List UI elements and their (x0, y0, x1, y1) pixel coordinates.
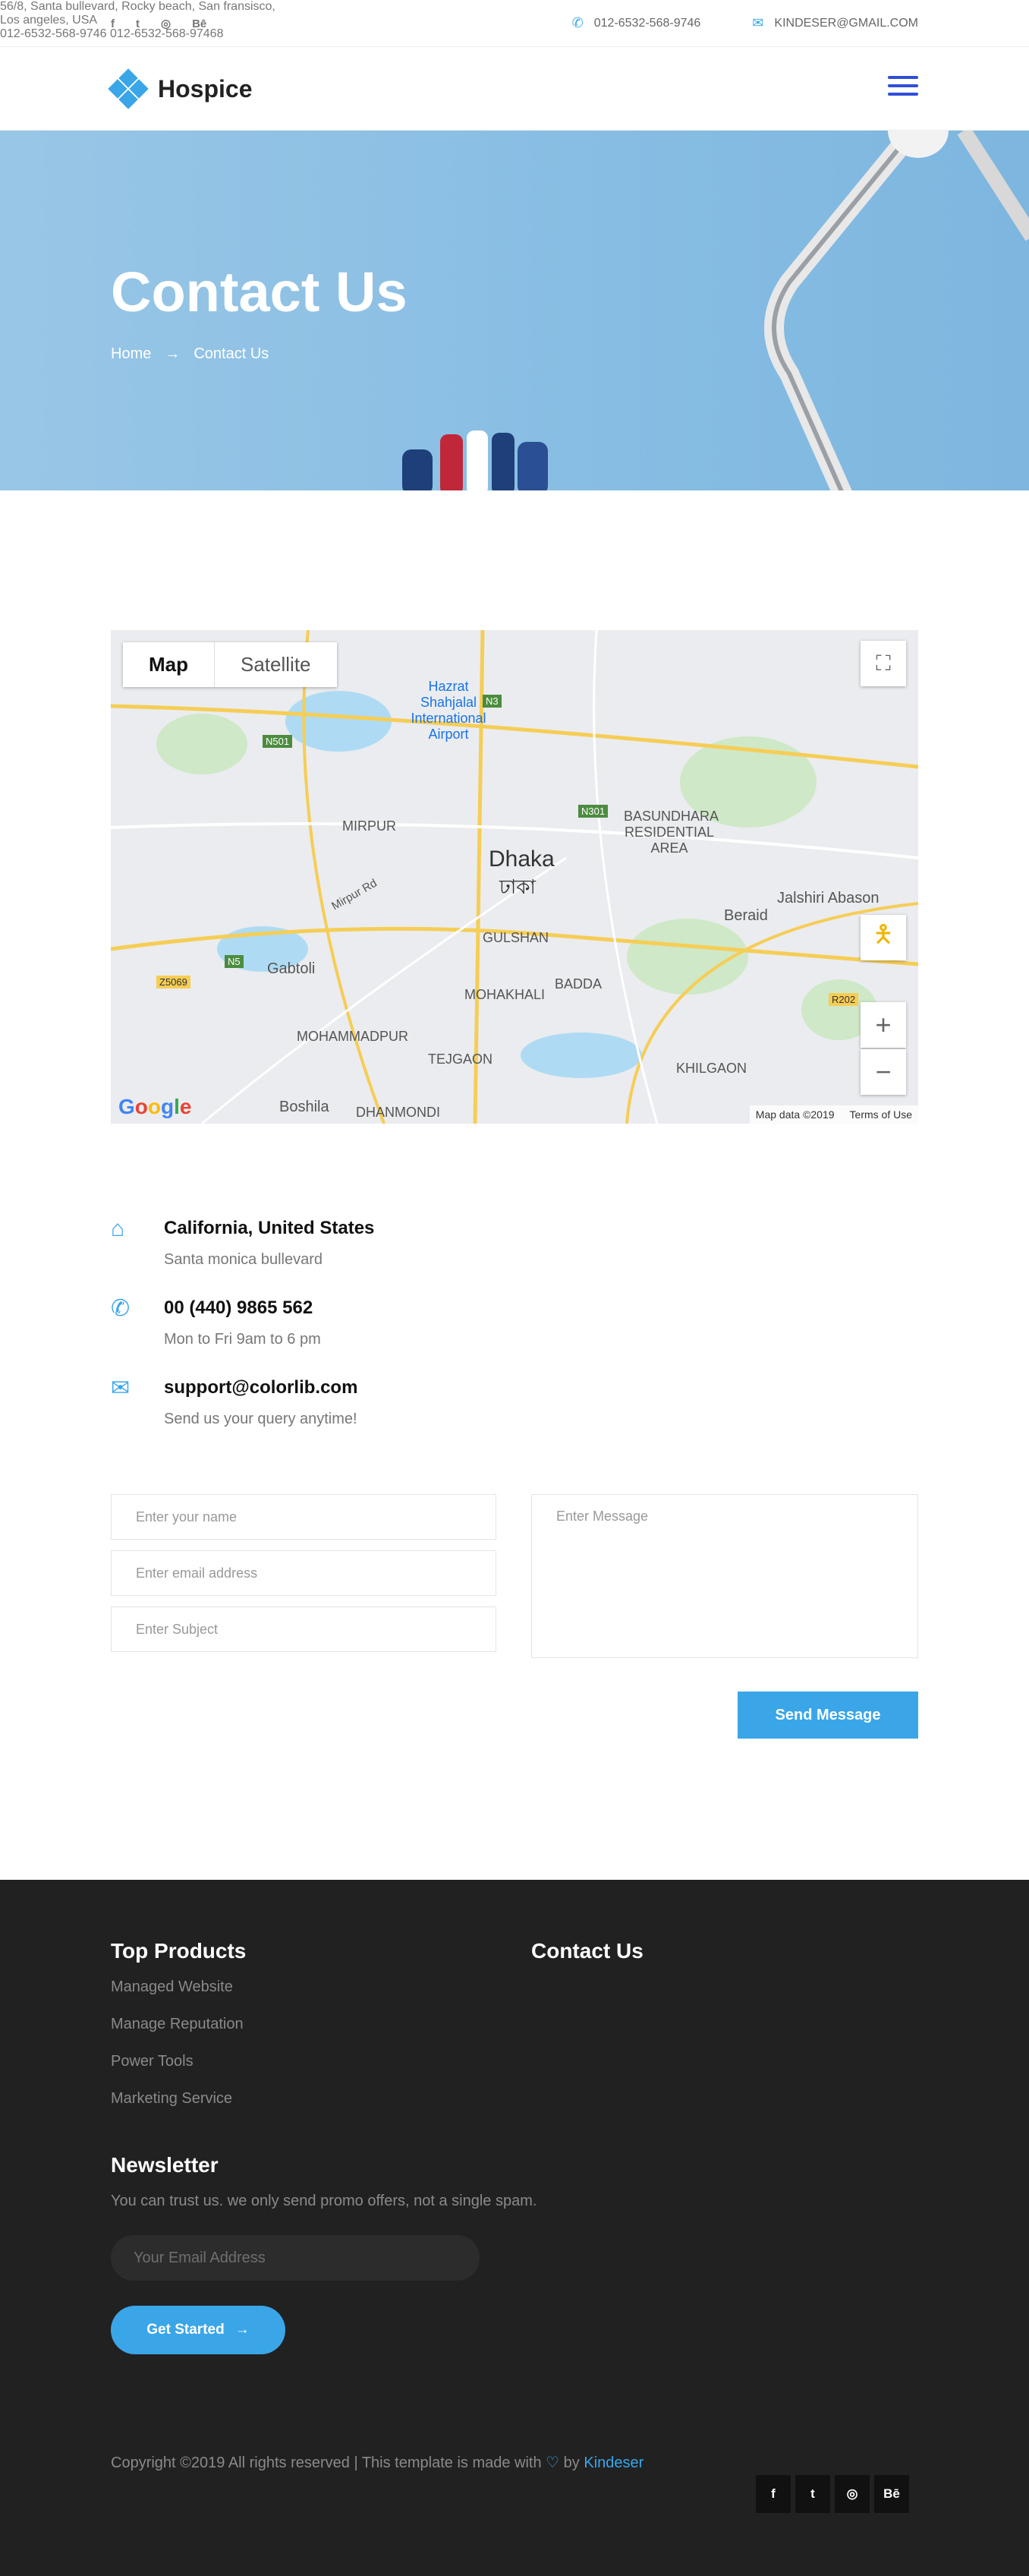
map[interactable]: Map Satellite ⛶ 🯅 + − Hazrat Shahjalal I… (111, 630, 918, 1124)
facebook-icon[interactable]: f (111, 17, 115, 30)
figurine-image (402, 430, 548, 490)
newsletter-title: Newsletter (111, 2153, 219, 2177)
behance-icon[interactable]: Bē (192, 17, 206, 30)
arrow-right-icon: → (165, 345, 181, 362)
dribbble-icon[interactable]: ◎ (835, 2475, 870, 2513)
contact-title: California, United States (164, 1218, 375, 1238)
map-tab-map[interactable]: Map (123, 642, 215, 687)
top-bar: f t ◎ Bē ✆ 012-6532-568-9746 ✉ KINDESER@… (0, 0, 1029, 47)
hamburger-menu-icon[interactable] (888, 76, 918, 101)
map-label: N501 (263, 735, 293, 748)
footer-link[interactable]: Power Tools (111, 2053, 194, 2070)
subject-input[interactable]: Enter Subject (111, 1606, 496, 1652)
map-label: R202 (829, 993, 859, 1006)
copyright-by: by (563, 2455, 580, 2471)
copyright-text: Copyright ©2019 All rights reserved | Th… (111, 2455, 542, 2471)
map-label: KHILGAON (676, 1061, 747, 1076)
fullscreen-icon[interactable]: ⛶ (861, 641, 906, 686)
get-started-label: Get Started (146, 2322, 225, 2338)
facebook-icon[interactable]: f (756, 2475, 791, 2513)
contact-sub: Santa monica bullevard (164, 1251, 323, 1268)
copyright: Copyright ©2019 All rights reserved | Th… (111, 2453, 644, 2472)
contact-title: support@colorlib.com (164, 1377, 358, 1398)
map-city: ঢাকা (499, 875, 536, 898)
google-logo: Google (118, 1095, 192, 1118)
dribbble-icon[interactable]: ◎ (161, 17, 171, 30)
page-title: Contact Us (111, 260, 408, 323)
map-footer: Map data ©2019 Terms of Use (749, 1105, 918, 1124)
home-icon: ⌂ (111, 1216, 125, 1241)
breadcrumb-current[interactable]: Contact Us (194, 345, 269, 363)
phone-icon: ✆ (111, 1296, 131, 1321)
arrow-right-icon: → (234, 2322, 250, 2338)
map-label: BADDA (555, 976, 603, 992)
map-label: MOHAKHALI (464, 987, 546, 1002)
phone-icon: ✆ (571, 15, 584, 30)
footer-link[interactable]: Manage Reputation (111, 2016, 244, 2033)
message-textarea[interactable]: Enter Message (531, 1494, 918, 1658)
pegman-icon[interactable]: 🯅 (861, 915, 906, 960)
mail-icon: ✉ (752, 15, 764, 30)
map-tab-satellite[interactable]: Satellite (215, 642, 337, 687)
top-contact: ✆ 012-6532-568-9746 ✉ KINDESER@GMAIL.COM (572, 15, 918, 31)
logo-icon (108, 68, 149, 109)
footer-social-links: f t ◎ Bē (756, 2475, 909, 2513)
contact-sub: Mon to Fri 9am to 6 pm (164, 1331, 321, 1348)
get-started-button[interactable]: Get Started → (111, 2306, 285, 2354)
contact-info-email: ✉ support@colorlib.com Send us your quer… (111, 1377, 566, 1428)
footer-link[interactable]: Managed Website (111, 1979, 233, 1996)
mail-icon: ✉ (111, 1376, 131, 1401)
map-label: N301 (578, 805, 609, 818)
breadcrumb: Home → Contact Us (111, 345, 269, 363)
contact-info-address: ⌂ California, United States Santa monica… (111, 1218, 566, 1269)
twitter-icon[interactable]: t (136, 17, 140, 30)
stethoscope-image (764, 131, 1029, 490)
map-type-tabs: Map Satellite (123, 642, 337, 687)
newsletter-email-input[interactable]: Your Email Address (111, 2235, 480, 2281)
map-label: N5 (225, 955, 244, 968)
map-city: Dhaka (489, 847, 555, 872)
map-data-text: Map data ©2019 (755, 1108, 835, 1121)
map-label: Jalshiri Abason (777, 890, 880, 906)
top-products-title: Top Products (111, 1939, 247, 1963)
zoom-out-button[interactable]: − (861, 1049, 906, 1095)
map-label: Boshila (279, 1099, 329, 1115)
map-label: Gabtoli (267, 960, 316, 977)
top-social-links: f t ◎ Bē (111, 17, 206, 31)
footer-link[interactable]: Marketing Service (111, 2090, 232, 2108)
newsletter-text: You can trust us. we only send promo off… (111, 2193, 537, 2209)
map-label: BASUNDHARA RESIDENTIAL AREA (624, 809, 719, 856)
top-email[interactable]: KINDESER@GMAIL.COM (774, 17, 918, 30)
map-label: Beraid (724, 907, 768, 924)
contact-info-phone: ✆ 00 (440) 9865 562 Mon to Fri 9am to 6 … (111, 1297, 566, 1348)
page-banner: Contact Us Home → Contact Us (0, 131, 1029, 490)
heart-icon: ♡ (546, 2455, 560, 2471)
logo[interactable]: Hospice (108, 68, 253, 109)
map-label: Z5069 (156, 976, 190, 988)
behance-icon[interactable]: Bē (874, 2475, 909, 2513)
name-input[interactable]: Enter your name (111, 1494, 496, 1540)
contact-title: 00 (440) 9865 562 (164, 1297, 313, 1318)
contact-sub: Send us your query anytime! (164, 1411, 357, 1427)
navbar: Hospice (0, 47, 1029, 131)
logo-text: Hospice (158, 74, 253, 102)
map-label: MIRPUR (342, 818, 396, 834)
footer-contact-title: Contact Us (531, 1939, 644, 1963)
brand-link[interactable]: Kindeser (584, 2455, 644, 2471)
breadcrumb-home[interactable]: Home (111, 345, 151, 363)
map-label: DHANMONDI (356, 1105, 440, 1120)
send-message-button[interactable]: Send Message (738, 1692, 918, 1739)
map-label: TEJGAON (428, 1052, 493, 1067)
twitter-icon[interactable]: t (795, 2475, 830, 2513)
map-terms-link[interactable]: Terms of Use (850, 1108, 912, 1121)
map-label: Hazrat Shahjalal International Airport (411, 679, 486, 742)
map-label: MOHAMMADPUR (297, 1029, 408, 1044)
email-input[interactable]: Enter email address (111, 1550, 496, 1596)
top-phone[interactable]: 012-6532-568-9746 (594, 17, 701, 30)
zoom-in-button[interactable]: + (861, 1002, 906, 1048)
map-label: N3 (483, 695, 502, 708)
map-label: GULSHAN (483, 930, 549, 945)
